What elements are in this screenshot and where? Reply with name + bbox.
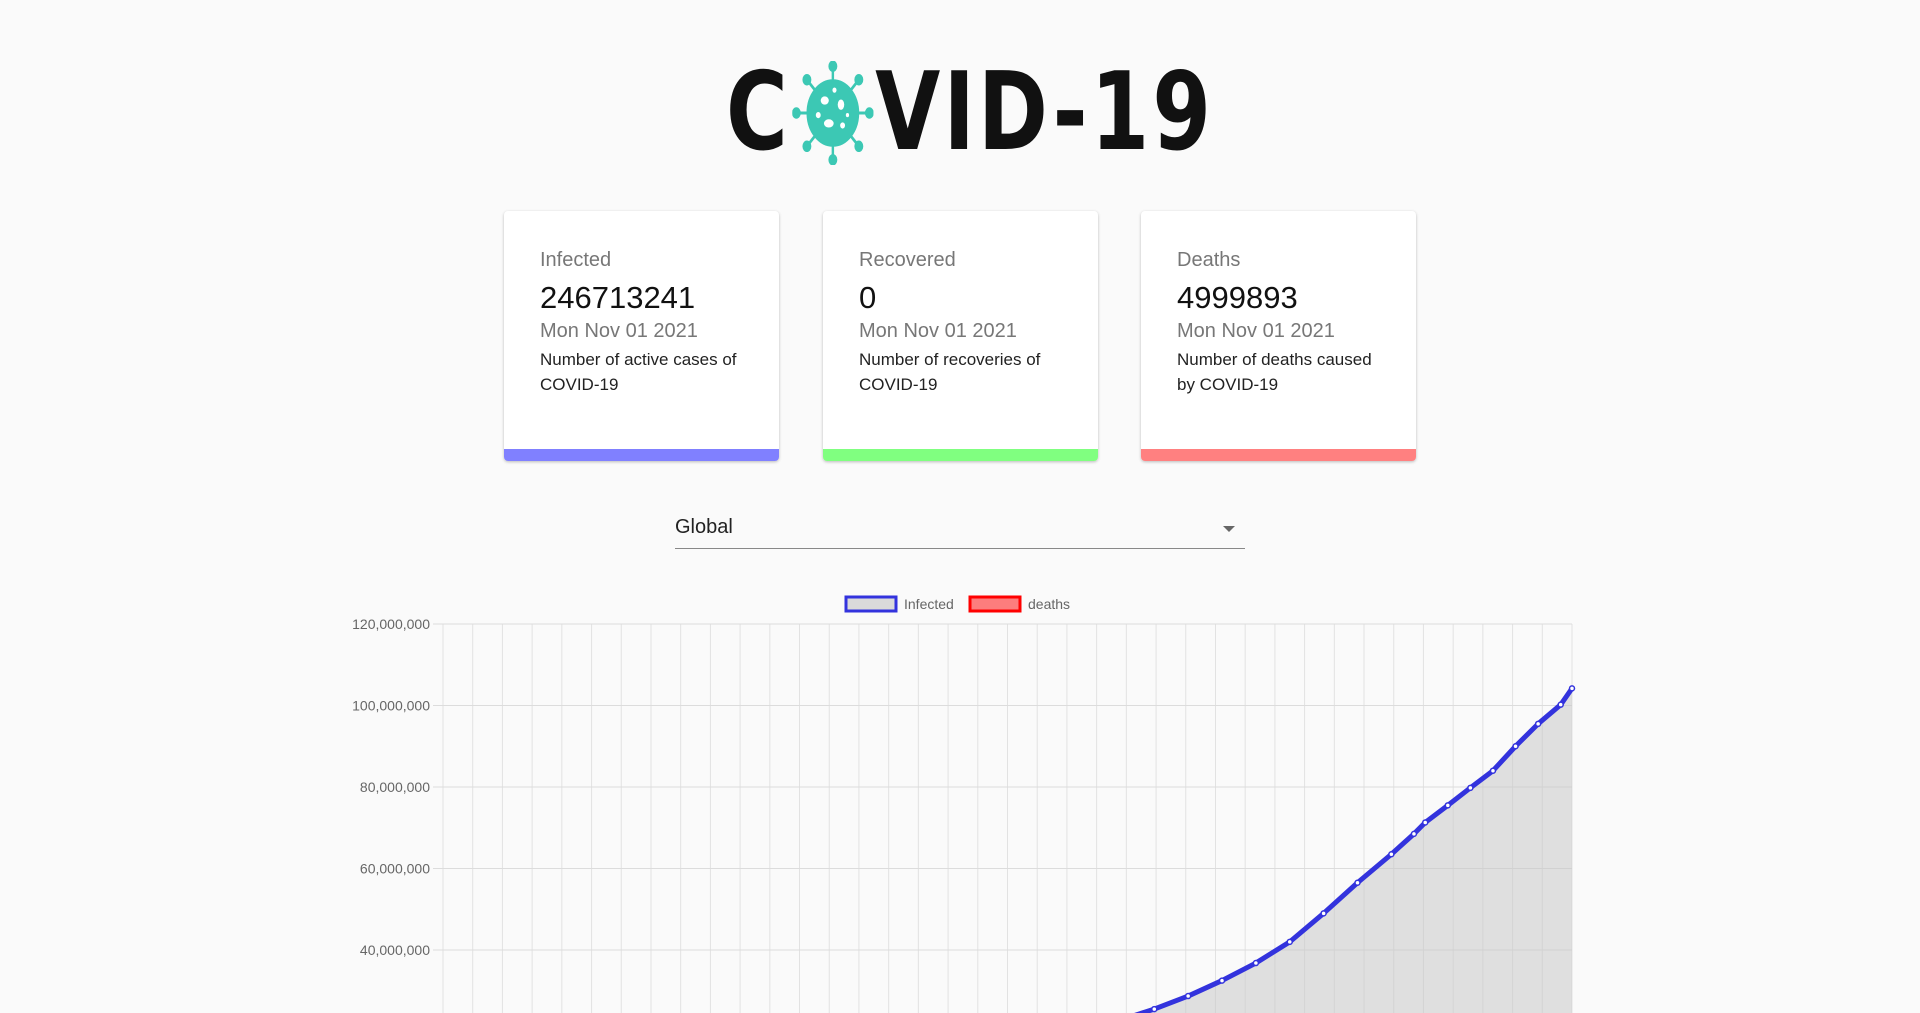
infected-point: [1557, 701, 1564, 708]
infected-point: [1320, 910, 1327, 917]
y-tick-label: 100,000,000: [352, 698, 430, 714]
legend-label-deaths: deaths: [1028, 596, 1070, 612]
card-date: Mon Nov 01 2021: [859, 320, 1017, 342]
card-color-bar: [1141, 449, 1416, 461]
virus-icon: [792, 61, 874, 165]
card-title: Infected: [540, 249, 612, 271]
country-select-value: Global: [675, 516, 733, 538]
infected-point: [1568, 685, 1576, 692]
y-tick-label: 80,000,000: [360, 779, 430, 795]
cases-chart: Infected deaths 120,000,000 100,000,000 80,0…: [352, 595, 1576, 1013]
card-color-bar: [504, 449, 779, 461]
card-date: Mon Nov 01 2021: [540, 320, 698, 342]
logo-text-left: C: [726, 50, 791, 175]
card-title: Deaths: [1177, 249, 1241, 271]
infected-point: [1184, 992, 1192, 1000]
infected-point: [1534, 720, 1542, 728]
infected-point: [1218, 977, 1226, 984]
card-description: Number of deaths caused by COVID-19: [1177, 350, 1372, 394]
card-description: Number of active cases of COVID-19: [540, 350, 737, 394]
infected-point: [1252, 959, 1260, 967]
legend-label-infected: Infected: [904, 596, 954, 612]
country-select[interactable]: Global: [675, 508, 1245, 549]
recovered-card: Recovered 0 Mon Nov 01 2021 Number of re…: [823, 211, 1098, 461]
infected-point: [1421, 819, 1429, 826]
card-description: Number of recoveries of COVID-19: [859, 350, 1041, 394]
covid-19-logo: C VID-19: [726, 50, 1211, 175]
y-tick-label: 120,000,000: [352, 616, 430, 632]
infected-point: [1388, 850, 1395, 858]
card-value: 246713241: [540, 280, 696, 315]
chevron-down-icon: [1223, 526, 1235, 532]
infected-point: [1444, 802, 1452, 809]
infected-card: Infected 246713241 Mon Nov 01 2021 Numbe…: [504, 211, 779, 461]
infected-area: [1089, 688, 1572, 1013]
y-tick-label: 40,000,000: [360, 942, 430, 958]
card-value: 4999893: [1177, 280, 1298, 315]
card-title: Recovered: [859, 249, 956, 271]
infected-point: [1151, 1005, 1158, 1013]
infected-point: [1489, 767, 1497, 774]
infected-point: [1354, 879, 1361, 887]
card-value: 0: [859, 280, 877, 315]
infected-point: [1467, 784, 1474, 792]
y-tick-label: 60,000,000: [360, 861, 430, 877]
logo-text-right: VID-19: [875, 50, 1215, 175]
legend-swatch-deaths: [968, 595, 1022, 613]
infected-point: [1410, 830, 1418, 838]
deaths-card: Deaths 4999893 Mon Nov 01 2021 Number of…: [1141, 211, 1416, 461]
legend-swatch-infected: [844, 595, 898, 613]
card-date: Mon Nov 01 2021: [1177, 320, 1335, 342]
infected-point: [1286, 938, 1293, 946]
infected-point: [1512, 743, 1519, 750]
card-color-bar: [823, 449, 1098, 461]
